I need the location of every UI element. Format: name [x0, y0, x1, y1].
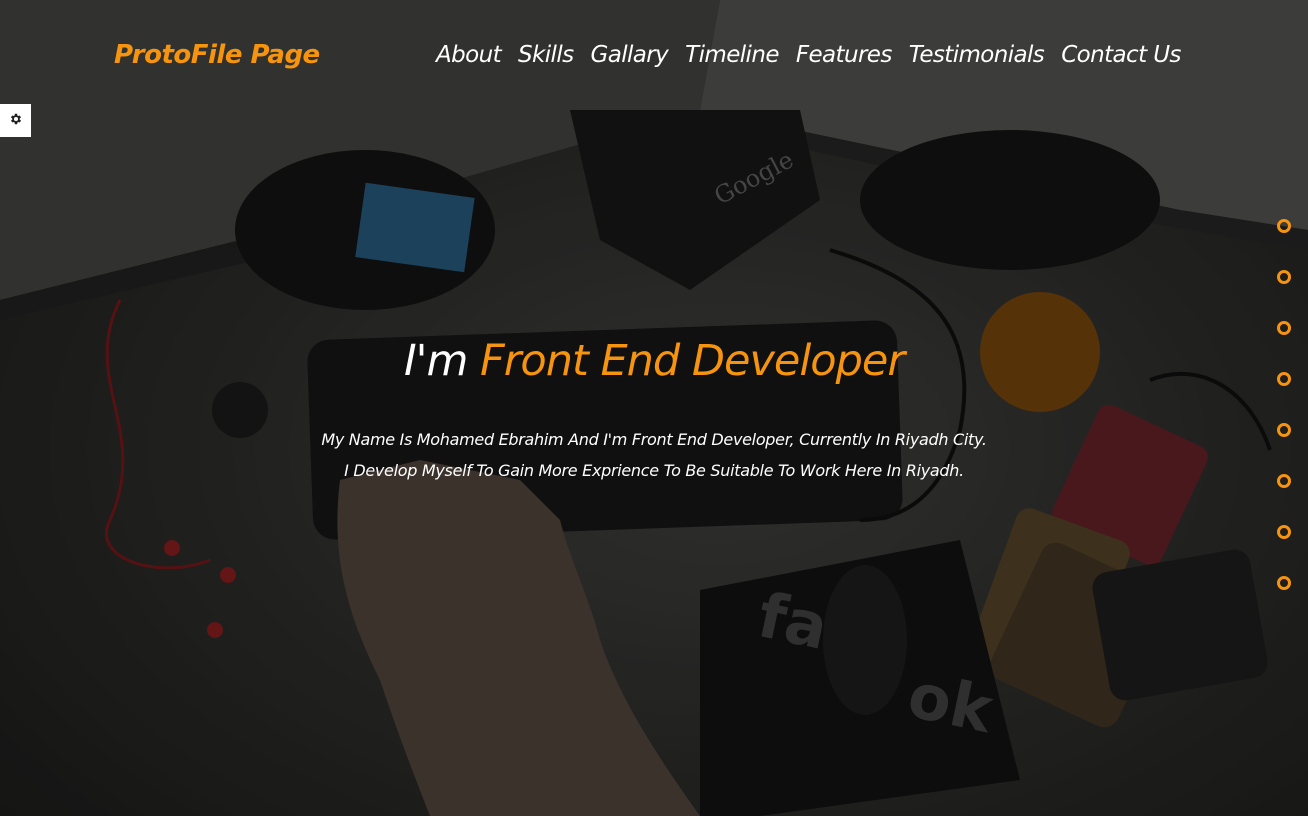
nav-link-features[interactable]: Features	[796, 40, 892, 70]
main-nav: About Skills Gallary Timeline Features T…	[436, 40, 1181, 70]
hero-title-prefix: I'm	[403, 336, 468, 386]
settings-button[interactable]	[0, 104, 31, 137]
nav-link-gallary[interactable]: Gallary	[591, 40, 669, 70]
bullet-8[interactable]	[1277, 576, 1291, 590]
hero-title: I'm Front End Developer	[0, 336, 1308, 386]
bullet-1[interactable]	[1277, 219, 1291, 233]
hero-subtitle-line-1: My Name Is Mohamed Ebrahim And I'm Front…	[321, 430, 987, 449]
nav-link-skills[interactable]: Skills	[518, 40, 574, 70]
section-bullets	[1277, 219, 1291, 590]
gear-icon	[9, 111, 23, 131]
bullet-7[interactable]	[1277, 525, 1291, 539]
bullet-3[interactable]	[1277, 321, 1291, 335]
nav-link-about[interactable]: About	[436, 40, 502, 70]
dark-overlay	[0, 0, 1308, 816]
site-logo[interactable]: ProtoFile Page	[114, 40, 320, 70]
hero-subtitle: My Name Is Mohamed Ebrahim And I'm Front…	[0, 424, 1308, 486]
nav-link-testimonials[interactable]: Testimonials	[909, 40, 1045, 70]
bullet-2[interactable]	[1277, 270, 1291, 284]
nav-link-contact-us[interactable]: Contact Us	[1061, 40, 1181, 70]
hero-title-accent: Front End Developer	[480, 336, 905, 386]
nav-link-timeline[interactable]: Timeline	[685, 40, 779, 70]
hero-subtitle-line-2: I Develop Myself To Gain More Exprience …	[344, 461, 964, 480]
